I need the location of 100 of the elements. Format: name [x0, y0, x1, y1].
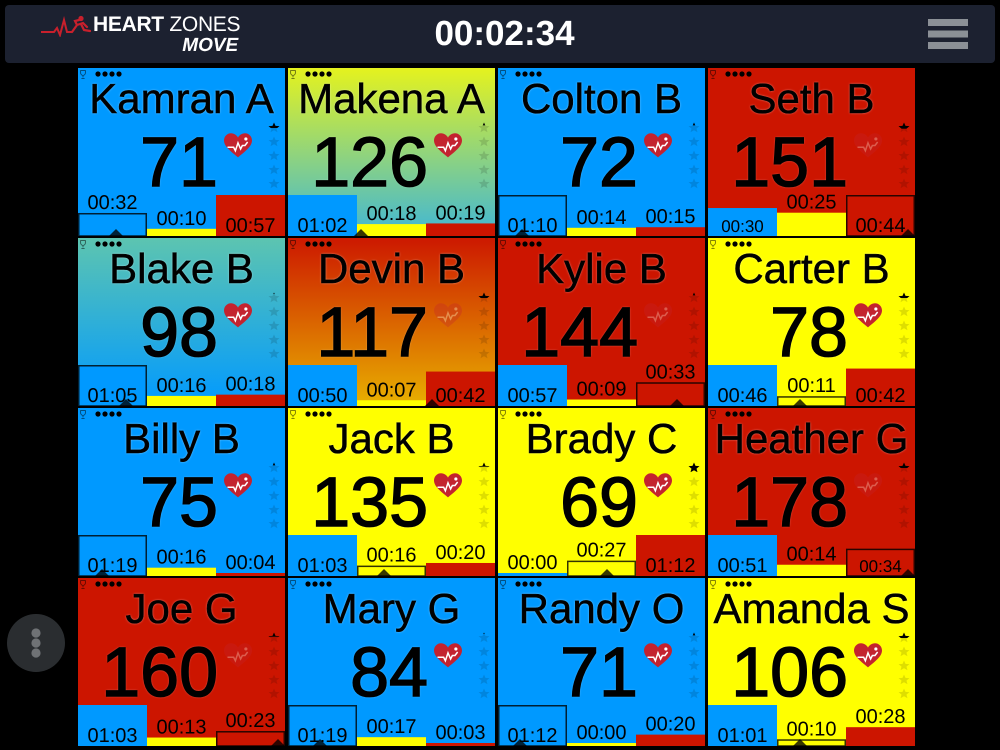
- session-timer: 00:02:34: [434, 14, 575, 54]
- zone-time: 00:15: [645, 206, 696, 228]
- zone-time: 00:09: [576, 378, 627, 401]
- zone-time: 00:20: [645, 714, 696, 736]
- zone-time: 00:18: [225, 374, 276, 396]
- heart-rate: 117: [316, 304, 428, 360]
- zone-time: 00:25: [786, 192, 837, 214]
- zone-bar: [216, 394, 285, 406]
- zone-time: 00:00: [507, 552, 558, 574]
- athlete-name: Randy O: [518, 587, 684, 631]
- zone-time: 00:20: [435, 542, 486, 564]
- trophy-icon: [290, 70, 296, 79]
- trophy-icon: [290, 240, 296, 249]
- signal-dots-icon: [515, 411, 542, 417]
- athlete-name: Mary G: [322, 587, 460, 631]
- zone-time: 00:07: [366, 379, 417, 402]
- pulse-runner-icon: [41, 14, 91, 36]
- signal-dots-icon: [95, 581, 122, 587]
- zone-time: 01:10: [507, 215, 558, 236]
- heart-rate: 72: [560, 134, 638, 190]
- trophy-icon: [290, 580, 296, 589]
- zone-time: 00:16: [156, 546, 207, 569]
- heart-rate: 69: [560, 474, 638, 530]
- zone-time: 00:16: [156, 374, 207, 397]
- zone-time: 01:01: [717, 725, 768, 746]
- heart-rate: 78: [770, 304, 848, 360]
- zone-time: 00:11: [787, 375, 836, 398]
- zone-bar: [708, 208, 777, 236]
- zone-time: 00:33: [645, 361, 696, 384]
- signal-dots-icon: [725, 71, 752, 77]
- zone-time: 00:13: [156, 716, 207, 739]
- zone-time: 00:16: [366, 544, 417, 567]
- trophy-icon: [500, 70, 506, 79]
- signal-dots-icon: [95, 241, 122, 247]
- signal-dots-icon: [305, 411, 332, 417]
- heart-rate: 135: [311, 474, 428, 530]
- zone-time: 00:28: [855, 706, 906, 728]
- zone-time: 01:05: [87, 385, 138, 406]
- zone-time: 00:27: [576, 540, 627, 562]
- trophy-icon: [80, 70, 86, 79]
- zone-bar: [426, 223, 495, 236]
- heart-rate: 75: [140, 474, 218, 530]
- trophy-icon: [80, 410, 86, 419]
- trophy-icon: [710, 580, 716, 589]
- athlete-name: Kamran A: [89, 77, 274, 121]
- menu-icon[interactable]: [928, 19, 968, 49]
- zone-time: 00:50: [297, 385, 348, 406]
- trophy-icon: [710, 240, 716, 249]
- athlete-name: Amanda S: [713, 587, 910, 631]
- zone-time: 01:12: [507, 725, 558, 746]
- signal-dots-icon: [305, 71, 332, 77]
- heart-rate: 106: [731, 644, 848, 700]
- signal-dots-icon: [515, 71, 542, 77]
- signal-dots-icon: [305, 241, 332, 247]
- athlete-name: Seth B: [748, 77, 875, 121]
- signal-dots-icon: [515, 581, 542, 587]
- zone-time: 00:14: [576, 206, 627, 229]
- heart-rate: 160: [101, 644, 218, 700]
- signal-dots-icon: [725, 581, 752, 587]
- signal-dots-icon: [725, 241, 752, 247]
- zone-time: 00:46: [717, 385, 768, 406]
- zone-time: 00:23: [225, 710, 276, 732]
- signal-dots-icon: [725, 411, 752, 417]
- logo-subtitle: MOVE: [182, 36, 238, 54]
- athlete-name: Kylie B: [536, 247, 667, 291]
- zone-time: 00:03: [435, 722, 486, 744]
- zone-time: 00:51: [717, 555, 768, 576]
- zone-time: 01:12: [645, 555, 696, 576]
- heart-rate: 144: [521, 304, 638, 360]
- zone-time: 00:18: [366, 203, 417, 226]
- trophy-icon: [290, 410, 296, 419]
- zone-time: 00:00: [576, 722, 627, 744]
- athlete-name: Blake B: [109, 247, 254, 291]
- heart-rate: 71: [140, 134, 218, 190]
- athlete-name: Devin B: [318, 247, 466, 291]
- zone-time: 00:14: [786, 544, 837, 566]
- trophy-icon: [80, 240, 86, 249]
- zone-time: 01:03: [87, 725, 138, 746]
- heart-rate: 98: [140, 304, 218, 360]
- zone-time: 00:04: [225, 552, 276, 574]
- athlete-name: Colton B: [520, 77, 682, 121]
- zone-time: 00:19: [435, 202, 486, 224]
- zone-time: 00:30: [721, 217, 764, 236]
- trophy-icon: [710, 410, 716, 419]
- zone-bar: [426, 562, 495, 576]
- signal-dots-icon: [95, 411, 122, 417]
- heart-rate: 84: [350, 644, 428, 700]
- logo-title: HEART ZONES: [93, 14, 240, 36]
- trophy-icon: [710, 70, 716, 79]
- heart-rate: 151: [731, 134, 848, 190]
- vertical-dots-icon: [31, 628, 41, 658]
- zone-time: 00:57: [507, 385, 558, 406]
- zone-time: 00:42: [435, 385, 486, 406]
- zone-time: 00:42: [855, 385, 906, 406]
- athlete-name: Carter B: [733, 247, 890, 291]
- zone-time: 00:10: [786, 718, 837, 740]
- athlete-name: Billy B: [123, 417, 240, 461]
- athlete-name: Jack B: [328, 417, 455, 461]
- zone-time: 01:02: [297, 215, 348, 236]
- signal-dots-icon: [515, 241, 542, 247]
